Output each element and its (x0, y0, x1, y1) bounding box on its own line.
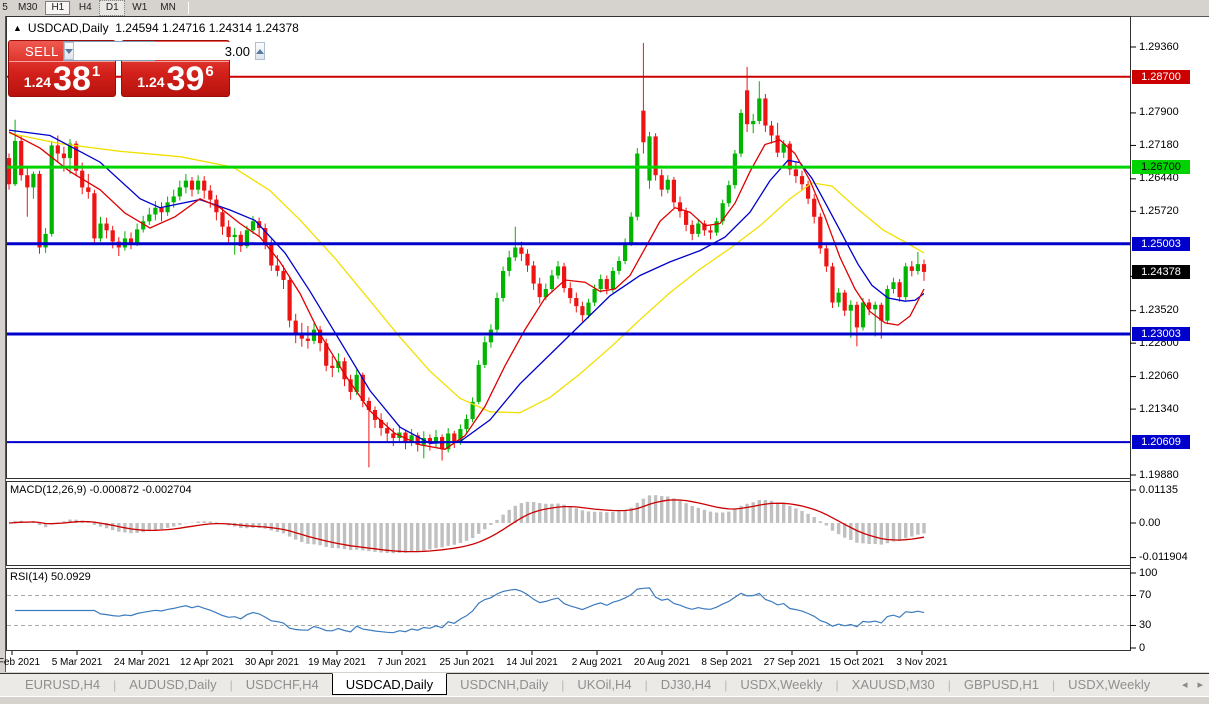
date-label: 14 Jul 2021 (506, 657, 558, 668)
volume-decrease-button[interactable] (64, 42, 74, 60)
chart-tab-bar: EURUSD,H4|AUDUSD,Daily|USDCHF,H4USDCAD,D… (0, 673, 1209, 696)
level-badge-1.26700: 1.26700 (1132, 160, 1190, 174)
tab-scroll-left-icon[interactable]: ◂ (1182, 679, 1188, 691)
chart-symbol-label: USDCAD,Daily (28, 21, 109, 35)
buy-price-big: 39 (167, 64, 205, 94)
level-badge-1.25003: 1.25003 (1132, 237, 1190, 251)
tab-usdchf-h4[interactable]: USDCHF,H4 (233, 673, 332, 695)
tab-xauusd-m30[interactable]: XAUUSD,M30 (839, 673, 948, 695)
price-tick-label: 1.23520 (1139, 305, 1179, 316)
tab-usdx-weekly[interactable]: USDX,Weekly (727, 673, 835, 695)
rsi-label: RSI(14) 50.0929 (10, 571, 91, 583)
date-label: 7 Jun 2021 (377, 657, 427, 668)
price-tick-label: 1.25720 (1139, 206, 1179, 217)
triangle-up-icon: ▲ (13, 23, 22, 33)
tab-scroll-right-icon[interactable]: ▸ (1197, 679, 1203, 691)
macd-label: MACD(12,26,9) -0.000872 -0.002704 (10, 484, 192, 496)
pane-frame (7, 569, 1131, 651)
macd-tick-label: 0.00 (1139, 518, 1160, 529)
tab-dj30-h4[interactable]: DJ30,H4 (648, 673, 725, 695)
rsi-tick-label: 70 (1139, 590, 1151, 601)
date-label: 30 Apr 2021 (245, 657, 299, 668)
date-label: 15 Oct 2021 (830, 657, 884, 668)
price-tick-label: 1.27900 (1139, 107, 1179, 118)
tab-audusd-daily[interactable]: AUDUSD,Daily (116, 673, 229, 695)
price-tick-label: 1.26440 (1139, 173, 1179, 184)
buy-price-sup: 6 (205, 63, 213, 80)
tab-eurusd-h4[interactable]: EURUSD,H4 (12, 673, 113, 695)
date-label: 12 Apr 2021 (180, 657, 234, 668)
volume-input[interactable] (74, 42, 255, 60)
sell-price-sup: 1 (92, 63, 100, 80)
one-click-trade-panel: SELL 1.24 38 1 BUY 1.24 39 6 (8, 40, 230, 97)
ma-line-slow (9, 133, 924, 413)
chart-ohlc-readout: 1.24594 1.24716 1.24314 1.24378 (115, 21, 299, 35)
sell-label: SELL (25, 44, 59, 59)
date-label: 19 May 2021 (308, 657, 366, 668)
sell-price: 1.24 38 1 (9, 60, 115, 94)
price-tick-label: 1.29360 (1139, 42, 1179, 53)
date-label: 2 Aug 2021 (572, 657, 623, 668)
tab-gbpusd-h1[interactable]: GBPUSD,H1 (951, 673, 1052, 695)
date-label: 20 Aug 2021 (634, 657, 690, 668)
date-label: 15 Feb 2021 (0, 657, 40, 668)
chevron-up-icon (256, 49, 264, 54)
tab-scroll-controls: ◂ ▸ (1182, 679, 1203, 691)
buy-price: 1.24 39 6 (122, 60, 229, 94)
macd-tick-label: -0.011904 (1139, 552, 1188, 563)
date-label: 24 Mar 2021 (114, 657, 170, 668)
level-badge-1.23003: 1.23003 (1132, 327, 1190, 341)
tab-usdx-weekly[interactable]: USDX,Weekly (1055, 673, 1163, 695)
tab-ukoil-h4[interactable]: UKOil,H4 (564, 673, 644, 695)
price-chart[interactable] (0, 0, 1209, 704)
price-tick-label: 1.27180 (1139, 140, 1179, 151)
rsi-tick-label: 30 (1139, 620, 1151, 631)
volume-stepper (63, 41, 155, 61)
sell-price-big: 38 (53, 64, 91, 94)
date-label: 8 Sep 2021 (701, 657, 752, 668)
price-tick-label: 1.22060 (1139, 371, 1179, 382)
rsi-tick-label: 0 (1139, 643, 1145, 654)
level-badge-1.20609: 1.20609 (1132, 435, 1190, 449)
chevron-down-icon (65, 49, 73, 54)
volume-increase-button[interactable] (255, 42, 265, 60)
price-tick-label: 1.21340 (1139, 404, 1179, 415)
macd-tick-label: 0.01135 (1139, 485, 1178, 496)
level-badge-1.28700: 1.28700 (1132, 70, 1190, 84)
buy-price-small: 1.24 (137, 74, 164, 90)
trading-terminal: 5M30H1H4D1W1MN ▲USDCAD,Daily 1.24594 1.2… (0, 0, 1209, 704)
price-tick-label: 1.19880 (1139, 470, 1179, 481)
date-label: 25 Jun 2021 (439, 657, 494, 668)
chart-title: ▲ USDCAD,Daily 1.24594 1.24716 1.24314 1.… (13, 21, 299, 35)
candles (7, 43, 926, 467)
rsi-tick-label: 100 (1139, 568, 1157, 579)
ma-line-medium (9, 130, 924, 443)
date-label: 5 Mar 2021 (52, 657, 103, 668)
tab-usdcnh-daily[interactable]: USDCNH,Daily (447, 673, 561, 695)
tab-usdcad-daily[interactable]: USDCAD,Daily (332, 673, 447, 695)
date-label: 3 Nov 2021 (896, 657, 947, 668)
current-price-badge: 1.24378 (1132, 265, 1190, 279)
sell-price-small: 1.24 (24, 74, 51, 90)
date-label: 27 Sep 2021 (764, 657, 821, 668)
